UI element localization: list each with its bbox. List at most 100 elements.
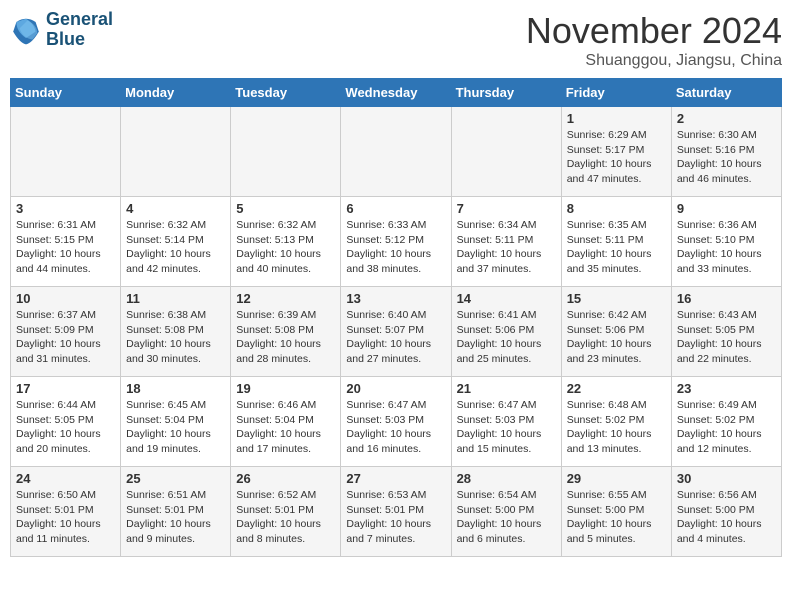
logo-text: General Blue xyxy=(46,10,113,50)
cell-content: Sunrise: 6:38 AM Sunset: 5:08 PM Dayligh… xyxy=(126,308,225,367)
cell-content: Sunrise: 6:46 AM Sunset: 5:04 PM Dayligh… xyxy=(236,398,335,457)
calendar-cell: 29 Sunrise: 6:55 AM Sunset: 5:00 PM Dayli… xyxy=(561,467,671,557)
cell-content: Sunrise: 6:32 AM Sunset: 5:13 PM Dayligh… xyxy=(236,218,335,277)
weekday-header-tuesday: Tuesday xyxy=(231,79,341,107)
calendar-cell: 5 Sunrise: 6:32 AM Sunset: 5:13 PM Daylig… xyxy=(231,197,341,287)
cell-content: Sunrise: 6:55 AM Sunset: 5:00 PM Dayligh… xyxy=(567,488,666,547)
calendar-cell xyxy=(121,107,231,197)
calendar-cell: 18Sunrise: 6:45 AM Sunset: 5:04 PM Dayli… xyxy=(121,377,231,467)
day-number: 26 xyxy=(236,471,335,486)
calendar-cell: 9 Sunrise: 6:36 AM Sunset: 5:10 PM Daylig… xyxy=(671,197,781,287)
day-number: 16 xyxy=(677,291,776,306)
cell-content: Sunrise: 6:54 AM Sunset: 5:00 PM Dayligh… xyxy=(457,488,556,547)
weekday-header-saturday: Saturday xyxy=(671,79,781,107)
calendar-cell: 22 Sunrise: 6:48 AM Sunset: 5:02 PM Dayli… xyxy=(561,377,671,467)
day-number: 13 xyxy=(346,291,445,306)
cell-content: Sunrise: 6:48 AM Sunset: 5:02 PM Dayligh… xyxy=(567,398,666,457)
day-number: 25 xyxy=(126,471,225,486)
day-number: 1 xyxy=(567,111,666,126)
cell-content: Sunrise: 6:33 AM Sunset: 5:12 PM Dayligh… xyxy=(346,218,445,277)
calendar-cell: 2 Sunrise: 6:30 AM Sunset: 5:16 PM Daylig… xyxy=(671,107,781,197)
day-number: 17 xyxy=(16,381,115,396)
calendar-week-row: 24 Sunrise: 6:50 AM Sunset: 5:01 PM Dayli… xyxy=(11,467,782,557)
calendar-cell: 25 Sunrise: 6:51 AM Sunset: 5:01 PM Dayli… xyxy=(121,467,231,557)
day-number: 24 xyxy=(16,471,115,486)
calendar-cell: 21Sunrise: 6:47 AM Sunset: 5:03 PM Dayli… xyxy=(451,377,561,467)
day-number: 29 xyxy=(567,471,666,486)
day-number: 3 xyxy=(16,201,115,216)
weekday-header-wednesday: Wednesday xyxy=(341,79,451,107)
calendar-cell: 26 Sunrise: 6:52 AM Sunset: 5:01 PM Dayli… xyxy=(231,467,341,557)
calendar-table: SundayMondayTuesdayWednesdayThursdayFrid… xyxy=(10,78,782,557)
cell-content: Sunrise: 6:34 AM Sunset: 5:11 PM Dayligh… xyxy=(457,218,556,277)
cell-content: Sunrise: 6:30 AM Sunset: 5:16 PM Dayligh… xyxy=(677,128,776,187)
cell-content: Sunrise: 6:51 AM Sunset: 5:01 PM Dayligh… xyxy=(126,488,225,547)
cell-content: Sunrise: 6:35 AM Sunset: 5:11 PM Dayligh… xyxy=(567,218,666,277)
cell-content: Sunrise: 6:52 AM Sunset: 5:01 PM Dayligh… xyxy=(236,488,335,547)
cell-content: Sunrise: 6:40 AM Sunset: 5:07 PM Dayligh… xyxy=(346,308,445,367)
day-number: 20 xyxy=(346,381,445,396)
calendar-cell: 28 Sunrise: 6:54 AM Sunset: 5:00 PM Dayli… xyxy=(451,467,561,557)
calendar-cell xyxy=(11,107,121,197)
calendar-cell: 11 Sunrise: 6:38 AM Sunset: 5:08 PM Dayli… xyxy=(121,287,231,377)
calendar-cell: 17 Sunrise: 6:44 AM Sunset: 5:05 PM Dayli… xyxy=(11,377,121,467)
cell-content: Sunrise: 6:31 AM Sunset: 5:15 PM Dayligh… xyxy=(16,218,115,277)
calendar-week-row: 3 Sunrise: 6:31 AM Sunset: 5:15 PM Daylig… xyxy=(11,197,782,287)
calendar-cell: 8 Sunrise: 6:35 AM Sunset: 5:11 PM Daylig… xyxy=(561,197,671,287)
page-header: General Blue November 2024 Shuanggou, Ji… xyxy=(10,10,782,70)
location: Shuanggou, Jiangsu, China xyxy=(526,52,782,70)
cell-content: Sunrise: 6:53 AM Sunset: 5:01 PM Dayligh… xyxy=(346,488,445,547)
day-number: 12 xyxy=(236,291,335,306)
day-number: 27 xyxy=(346,471,445,486)
day-number: 23 xyxy=(677,381,776,396)
cell-content: Sunrise: 6:36 AM Sunset: 5:10 PM Dayligh… xyxy=(677,218,776,277)
weekday-header-sunday: Sunday xyxy=(11,79,121,107)
calendar-cell: 10 Sunrise: 6:37 AM Sunset: 5:09 PM Dayli… xyxy=(11,287,121,377)
cell-content: Sunrise: 6:39 AM Sunset: 5:08 PM Dayligh… xyxy=(236,308,335,367)
day-number: 18 xyxy=(126,381,225,396)
calendar-week-row: 10 Sunrise: 6:37 AM Sunset: 5:09 PM Dayli… xyxy=(11,287,782,377)
weekday-header-friday: Friday xyxy=(561,79,671,107)
calendar-cell: 20 Sunrise: 6:47 AM Sunset: 5:03 PM Dayli… xyxy=(341,377,451,467)
day-number: 8 xyxy=(567,201,666,216)
day-number: 2 xyxy=(677,111,776,126)
day-number: 11 xyxy=(126,291,225,306)
day-number: 19 xyxy=(236,381,335,396)
calendar-week-row: 1 Sunrise: 6:29 AM Sunset: 5:17 PM Daylig… xyxy=(11,107,782,197)
day-number: 10 xyxy=(16,291,115,306)
day-number: 5 xyxy=(236,201,335,216)
weekday-header-thursday: Thursday xyxy=(451,79,561,107)
day-number: 30 xyxy=(677,471,776,486)
calendar-cell: 15Sunrise: 6:42 AM Sunset: 5:06 PM Dayli… xyxy=(561,287,671,377)
day-number: 21 xyxy=(457,381,556,396)
calendar-cell: 24 Sunrise: 6:50 AM Sunset: 5:01 PM Dayli… xyxy=(11,467,121,557)
weekday-header-monday: Monday xyxy=(121,79,231,107)
day-number: 28 xyxy=(457,471,556,486)
cell-content: Sunrise: 6:44 AM Sunset: 5:05 PM Dayligh… xyxy=(16,398,115,457)
cell-content: Sunrise: 6:29 AM Sunset: 5:17 PM Dayligh… xyxy=(567,128,666,187)
calendar-cell: 23Sunrise: 6:49 AM Sunset: 5:02 PM Dayli… xyxy=(671,377,781,467)
month-title: November 2024 xyxy=(526,10,782,52)
day-number: 4 xyxy=(126,201,225,216)
calendar-cell: 19 Sunrise: 6:46 AM Sunset: 5:04 PM Dayli… xyxy=(231,377,341,467)
calendar-cell xyxy=(341,107,451,197)
day-number: 9 xyxy=(677,201,776,216)
day-number: 22 xyxy=(567,381,666,396)
cell-content: Sunrise: 6:50 AM Sunset: 5:01 PM Dayligh… xyxy=(16,488,115,547)
day-number: 7 xyxy=(457,201,556,216)
calendar-cell: 30Sunrise: 6:56 AM Sunset: 5:00 PM Dayli… xyxy=(671,467,781,557)
calendar-cell: 12 Sunrise: 6:39 AM Sunset: 5:08 PM Dayli… xyxy=(231,287,341,377)
day-number: 6 xyxy=(346,201,445,216)
calendar-cell: 6 Sunrise: 6:33 AM Sunset: 5:12 PM Daylig… xyxy=(341,197,451,287)
logo: General Blue xyxy=(10,10,113,50)
calendar-week-row: 17 Sunrise: 6:44 AM Sunset: 5:05 PM Dayli… xyxy=(11,377,782,467)
calendar-cell: 16 Sunrise: 6:43 AM Sunset: 5:05 PM Dayli… xyxy=(671,287,781,377)
cell-content: Sunrise: 6:37 AM Sunset: 5:09 PM Dayligh… xyxy=(16,308,115,367)
calendar-cell xyxy=(231,107,341,197)
cell-content: Sunrise: 6:43 AM Sunset: 5:05 PM Dayligh… xyxy=(677,308,776,367)
logo-icon xyxy=(10,14,42,46)
day-number: 15 xyxy=(567,291,666,306)
calendar-cell: 14Sunrise: 6:41 AM Sunset: 5:06 PM Dayli… xyxy=(451,287,561,377)
cell-content: Sunrise: 6:32 AM Sunset: 5:14 PM Dayligh… xyxy=(126,218,225,277)
cell-content: Sunrise: 6:47 AM Sunset: 5:03 PM Dayligh… xyxy=(346,398,445,457)
